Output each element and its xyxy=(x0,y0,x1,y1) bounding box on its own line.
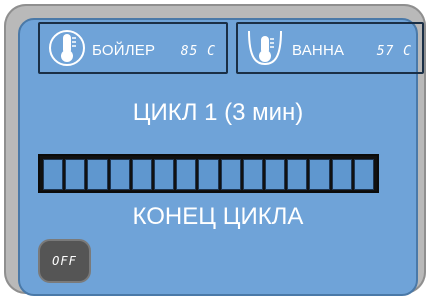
boiler-temperature: 85 C xyxy=(180,44,216,59)
bath-sensor-panel: ВАННА 57 C xyxy=(236,22,424,74)
progress-segment xyxy=(220,159,241,190)
thermometer-icon xyxy=(49,30,85,66)
progress-segment xyxy=(309,159,330,190)
progress-segment xyxy=(87,159,108,190)
boiler-label: БОЙЛЕР xyxy=(92,42,156,59)
bath-thermometer-icon xyxy=(248,30,282,66)
cycle-title: ЦИКЛ 1 (3 мин) xyxy=(132,99,304,126)
bath-label: ВАННА xyxy=(292,42,345,59)
progress-segment xyxy=(176,159,197,190)
progress-segment xyxy=(109,159,130,190)
bath-temperature: 57 C xyxy=(376,44,412,59)
progress-segment xyxy=(154,159,175,190)
progress-segment xyxy=(331,159,352,190)
progress-segment xyxy=(353,159,375,190)
progress-segment xyxy=(265,159,286,190)
boiler-sensor-panel: БОЙЛЕР 85 C xyxy=(38,22,228,74)
progress-segment xyxy=(43,159,64,190)
progress-segment xyxy=(198,159,219,190)
cycle-status: КОНЕЦ ЦИКЛА xyxy=(132,203,304,230)
progress-segment xyxy=(65,159,86,190)
progress-segment xyxy=(287,159,308,190)
cycle-progress-bar xyxy=(38,154,379,193)
progress-segment xyxy=(242,159,264,190)
off-button[interactable]: OFF xyxy=(38,239,91,283)
progress-segment xyxy=(131,159,153,190)
